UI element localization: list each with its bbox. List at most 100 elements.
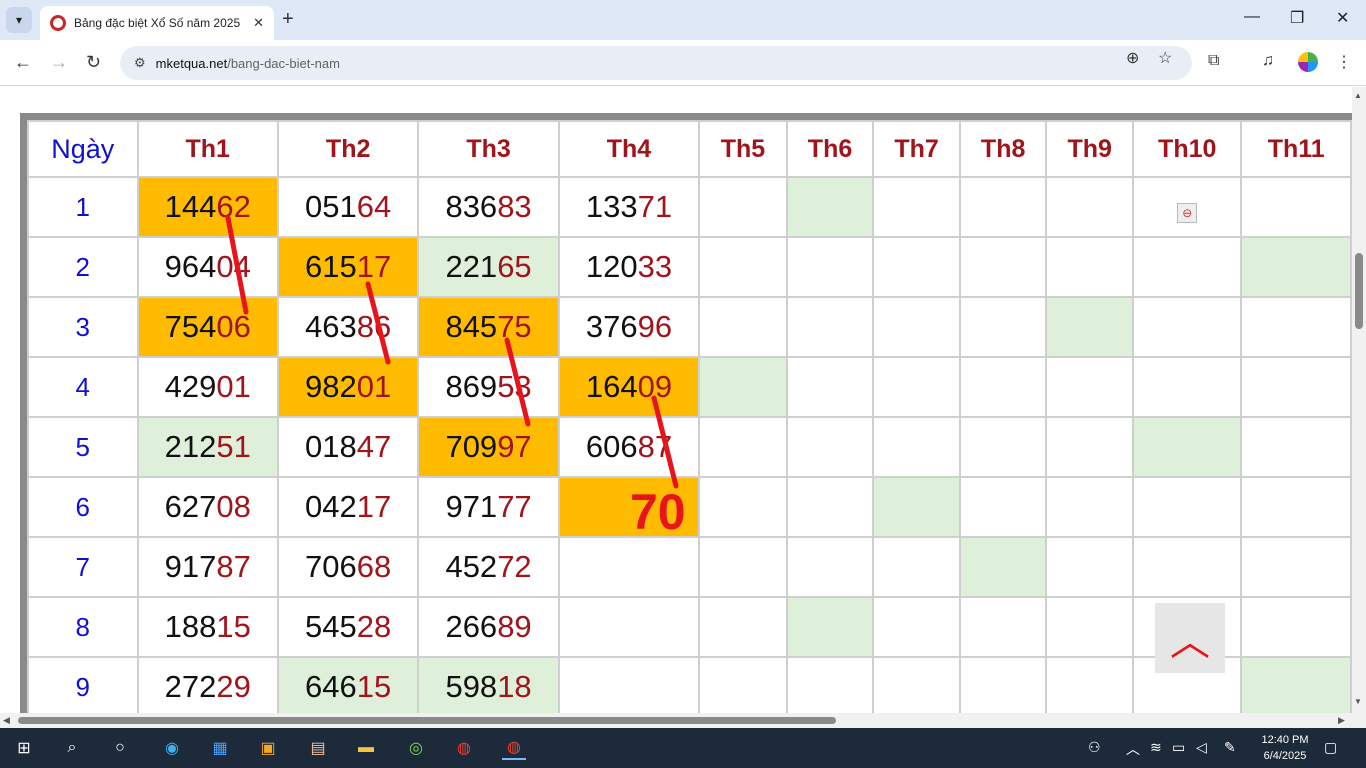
- volume-icon[interactable]: ◁: [1196, 739, 1207, 756]
- media-controls-icon[interactable]: ♫: [1262, 52, 1274, 70]
- restore-button[interactable]: ❐: [1290, 8, 1304, 28]
- scroll-up-arrow-icon[interactable]: ▲: [1354, 91, 1362, 100]
- address-bar[interactable]: ⚙ mketqua.net/bang-dac-biet-nam: [120, 46, 1192, 80]
- result-cell: [1240, 236, 1352, 298]
- store-icon[interactable]: ▣: [256, 736, 280, 760]
- result-prefix: 615: [305, 249, 357, 284]
- result-prefix: 627: [164, 489, 217, 524]
- month-header: Th4: [557, 120, 701, 178]
- minimize-button[interactable]: —: [1244, 8, 1260, 26]
- wifi-icon[interactable]: ≋: [1150, 739, 1162, 756]
- tray-chevron-icon[interactable]: ︿: [1126, 739, 1140, 759]
- zoom-icon[interactable]: ⊕: [1126, 48, 1139, 68]
- tab-close-icon[interactable]: ✕: [253, 15, 264, 31]
- result-last-two-digits: 01: [356, 369, 392, 404]
- result-cell: 01847: [276, 416, 420, 478]
- result-last-two-digits: 75: [497, 309, 532, 344]
- result-cell: ⊖: [1131, 176, 1243, 238]
- result-prefix: 463: [305, 309, 357, 344]
- menu-icon[interactable]: ⋮: [1336, 52, 1352, 72]
- month-header: Th5: [698, 120, 788, 178]
- result-cell: [1240, 476, 1352, 538]
- result-cell: [1131, 536, 1243, 598]
- file-explorer-icon[interactable]: ▬: [354, 736, 378, 760]
- edge-browser-icon[interactable]: ◉: [160, 736, 184, 760]
- pen-icon[interactable]: ✎: [1224, 739, 1236, 756]
- result-cell: [958, 176, 1048, 238]
- day-cell: 2: [27, 236, 139, 298]
- vertical-scrollbar[interactable]: ▲ ▼: [1352, 87, 1366, 713]
- blocked-icon[interactable]: ⊖: [1177, 203, 1198, 223]
- forward-button[interactable]: →: [50, 52, 68, 73]
- scroll-down-arrow-icon[interactable]: ▼: [1354, 697, 1362, 706]
- result-cell: [1240, 416, 1352, 478]
- tab-search-button[interactable]: ▾: [6, 7, 32, 33]
- result-cell: [958, 416, 1048, 478]
- result-cell: [785, 656, 875, 713]
- result-last-two-digits: 47: [356, 429, 392, 464]
- result-last-two-digits: 15: [356, 669, 392, 704]
- result-last-two-digits: 09: [637, 369, 673, 404]
- close-window-button[interactable]: ✕: [1336, 8, 1349, 28]
- result-cell: [557, 596, 701, 658]
- result-prefix: 018: [305, 429, 357, 464]
- system-clock[interactable]: 12:40 PM 6/4/2025: [1250, 732, 1320, 764]
- site-info-icon[interactable]: ⚙: [134, 55, 146, 71]
- result-prefix: 042: [305, 489, 357, 524]
- reload-button[interactable]: ↻: [86, 52, 101, 73]
- chrome-icon[interactable]: ◍: [452, 736, 476, 760]
- table-row: 8 18815 54528 26689: [27, 596, 1352, 658]
- result-last-two-digits: 65: [497, 249, 532, 284]
- vertical-scroll-thumb[interactable]: [1355, 253, 1363, 329]
- result-cell: 46386: [276, 296, 420, 358]
- profile-avatar[interactable]: [1298, 52, 1318, 72]
- search-icon[interactable]: ⌕: [60, 736, 84, 760]
- windows-start-icon[interactable]: ⊞: [12, 736, 36, 760]
- horizontal-scrollbar[interactable]: ◀ ▶: [0, 713, 1352, 728]
- result-prefix: 212: [164, 429, 217, 464]
- people-icon[interactable]: ⚇: [1088, 739, 1101, 756]
- active-tab[interactable]: Bảng đặc biệt Xổ Số năm 2025 ✕: [40, 6, 274, 40]
- result-last-two-digits: 53: [497, 369, 532, 404]
- chrome-active-icon[interactable]: ◍: [502, 736, 526, 760]
- result-cell: [698, 416, 788, 478]
- scroll-left-arrow-icon[interactable]: ◀: [3, 715, 10, 726]
- lottery-table: Ngày Th1 Th2 Th3 Th4 Th5 Th6 Th7 Th8 Th9 Th10 Th11…: [27, 120, 1352, 713]
- task-view-icon[interactable]: ○: [108, 736, 132, 760]
- bookmark-star-icon[interactable]: ☆: [1158, 48, 1172, 68]
- result-cell: [1131, 356, 1243, 418]
- url-host: mketqua.net: [155, 55, 228, 71]
- day-cell: 9: [27, 656, 139, 713]
- scroll-to-top-button[interactable]: ︿: [1155, 603, 1225, 673]
- result-last-two-digits: 15: [216, 609, 251, 644]
- clock-time: 12:40 PM: [1261, 734, 1309, 746]
- extensions-icon[interactable]: ⧉: [1208, 52, 1219, 70]
- result-cell: 26689: [417, 596, 560, 658]
- result-cell: [785, 296, 875, 358]
- result-cell: 75406: [136, 296, 279, 358]
- photos-app-icon[interactable]: ▦: [208, 736, 232, 760]
- back-button[interactable]: ←: [14, 52, 32, 73]
- result-prefix: 646: [305, 669, 357, 704]
- result-cell: [1131, 296, 1243, 358]
- table-row: 5 21251 01847 70997 60687: [27, 416, 1352, 478]
- table-row: 4 42901 98201 86953 16409: [27, 356, 1352, 418]
- green-app-icon[interactable]: ◎: [404, 736, 428, 760]
- new-tab-button[interactable]: +: [282, 8, 294, 31]
- month-header: Th2: [276, 120, 420, 178]
- app-icon[interactable]: ▤: [306, 736, 330, 760]
- result-last-two-digits: 33: [637, 249, 673, 284]
- horizontal-scroll-thumb[interactable]: [18, 717, 836, 724]
- notifications-icon[interactable]: ▢: [1324, 739, 1337, 756]
- browser-toolbar: ← → ↻ ⚙ mketqua.net/bang-dac-biet-nam ⊕ …: [0, 40, 1366, 86]
- scroll-right-arrow-icon[interactable]: ▶: [1338, 715, 1345, 726]
- result-last-two-digits: 62: [216, 189, 251, 224]
- result-prefix: 144: [164, 189, 217, 224]
- result-cell: [958, 656, 1048, 713]
- result-last-two-digits: 29: [216, 669, 251, 704]
- battery-icon[interactable]: ▭: [1172, 739, 1185, 756]
- result-cell: [1131, 476, 1243, 538]
- result-cell: 42901: [136, 356, 279, 418]
- tab-strip: ▾ Bảng đặc biệt Xổ Số năm 2025 ✕ + — ❐ ✕: [0, 0, 1366, 40]
- result-last-two-digits: 87: [637, 429, 673, 464]
